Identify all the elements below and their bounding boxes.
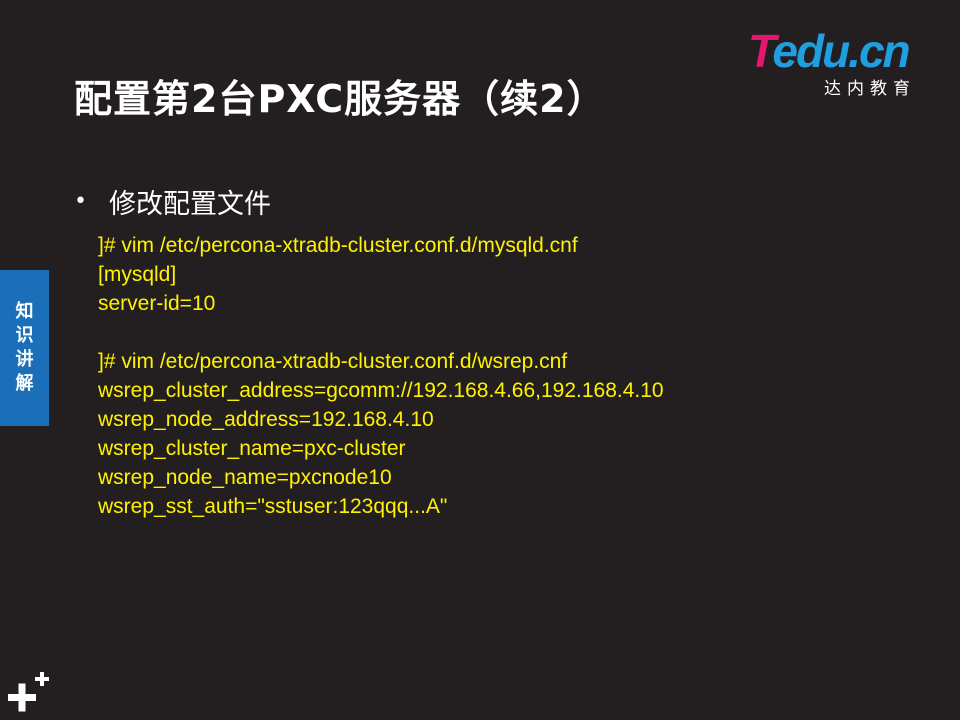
knowledge-tab-char: 知 <box>15 301 34 322</box>
knowledge-tab: 知 识 讲 解 <box>0 270 49 426</box>
tedu-logo: Tedu.cn 达内教育 <box>748 25 928 99</box>
code-line: wsrep_node_name=pxcnode10 <box>98 466 392 489</box>
code-line: wsrep_sst_auth="sstuser:123qqq...A" <box>98 495 448 518</box>
logo-domain: edu.cn <box>772 25 910 77</box>
bullet-dot-icon: • <box>74 189 87 214</box>
bullet-text: 修改配置文件 <box>108 189 271 220</box>
logo-subtitle: 达内教育 <box>824 79 916 99</box>
bullet-item: • 修改配置文件 <box>74 182 271 221</box>
logo-letter-t: T <box>748 25 774 77</box>
code-line: [mysqld] <box>98 263 177 286</box>
knowledge-tab-char: 解 <box>15 373 34 394</box>
code-line: wsrep_node_address=192.168.4.10 <box>98 408 434 431</box>
slide-title: 配置第2台PXC服务器（续2） <box>74 77 606 121</box>
code-line: server-id=10 <box>98 292 216 315</box>
logo-wordmark: Tedu.cn <box>748 25 911 77</box>
plus-decoration-icon <box>8 672 49 712</box>
config-code-block: ]# vim /etc/percona-xtradb-cluster.conf.… <box>98 231 938 521</box>
knowledge-tab-char: 讲 <box>15 349 34 370</box>
code-line: wsrep_cluster_address=gcomm://192.168.4.… <box>98 379 664 402</box>
knowledge-tab-char: 识 <box>15 325 34 346</box>
code-line: ]# vim /etc/percona-xtradb-cluster.conf.… <box>98 350 568 373</box>
code-line: ]# vim /etc/percona-xtradb-cluster.conf.… <box>98 234 578 257</box>
code-line: wsrep_cluster_name=pxc-cluster <box>98 437 406 460</box>
